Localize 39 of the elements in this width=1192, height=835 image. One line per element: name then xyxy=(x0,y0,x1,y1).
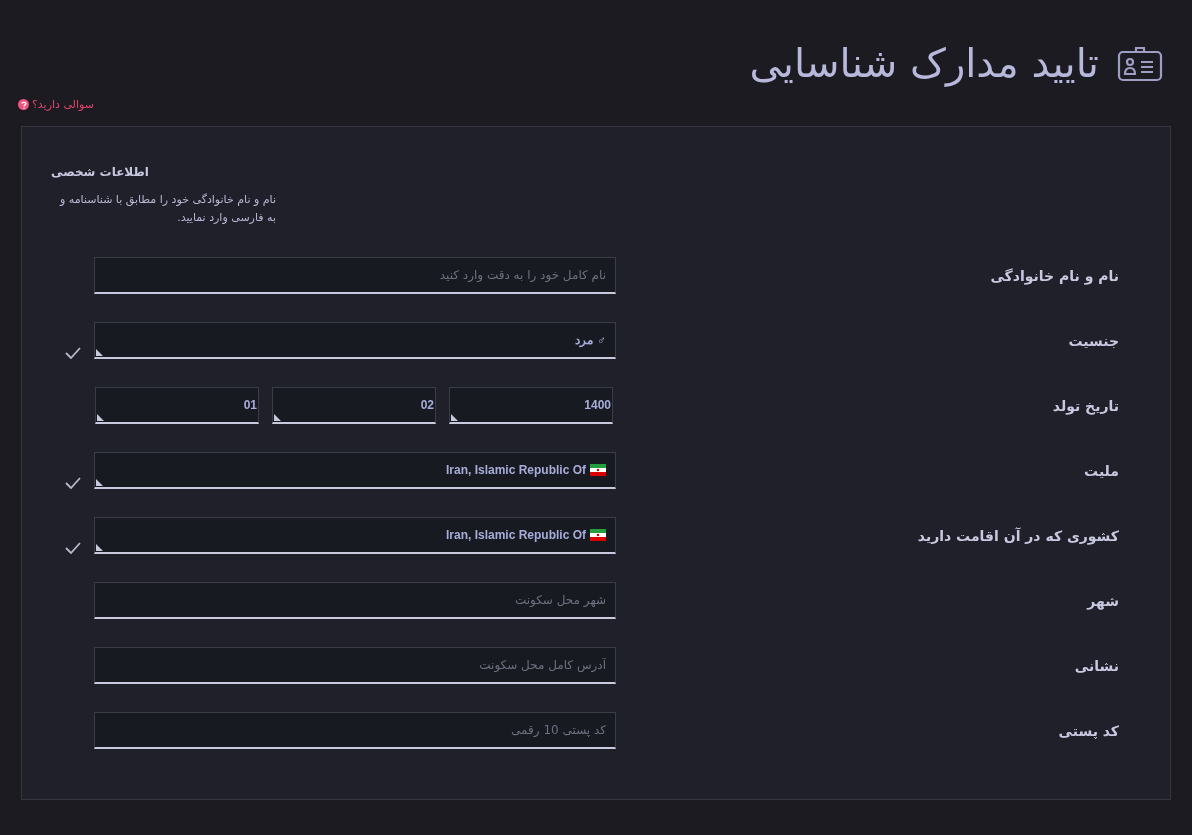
country-select[interactable]: Iran, Islamic Republic Of xyxy=(94,517,616,554)
corner-triangle-icon xyxy=(97,414,104,421)
field-label: شهر xyxy=(1085,592,1119,609)
field-value: مرد xyxy=(575,333,593,347)
flag-icon xyxy=(590,464,606,476)
field-value: 02 xyxy=(420,398,434,412)
field-value: Iran, Islamic Republic Of xyxy=(445,463,586,477)
field-label: کد پستی xyxy=(1057,722,1119,739)
section-title: اطلاعات شخصی xyxy=(51,165,149,179)
input-field[interactable]: آدرس کامل محل سکونت xyxy=(94,647,616,684)
section-description: نام و نام خانوادگی خود را مطابق با شناسنامه و به فارسی وارد نمایید. xyxy=(58,192,276,226)
field-label: کشوری که در آن اقامت دارید xyxy=(916,527,1119,544)
field-value: Iran, Islamic Republic Of xyxy=(445,528,586,542)
date-select[interactable]: 01 xyxy=(95,387,259,424)
input-field[interactable]: شهر محل سکونت xyxy=(94,582,616,619)
field-label: نام و نام خانوادگی xyxy=(989,267,1119,284)
select-field[interactable]: ♂ مرد xyxy=(94,322,616,359)
gender-symbol: ♂ xyxy=(597,333,606,347)
page-title: تایید مدارک شناسایی xyxy=(749,39,1099,88)
field-label: نشانی xyxy=(1073,657,1119,674)
field-value: 01 xyxy=(243,398,257,412)
field-label: تاریخ تولد xyxy=(1051,397,1119,414)
input-field[interactable]: نام کامل خود را به دقت وارد کنید xyxy=(94,257,616,294)
field-label: جنسیت xyxy=(1067,332,1119,349)
country-select[interactable]: Iran, Islamic Republic Of xyxy=(94,452,616,489)
field-label: ملیت xyxy=(1083,462,1119,479)
id-card-icon xyxy=(1117,44,1163,82)
corner-triangle-icon xyxy=(274,414,281,421)
corner-triangle-icon xyxy=(96,479,103,486)
help-icon xyxy=(18,99,29,110)
corner-triangle-icon xyxy=(451,414,458,421)
help-link[interactable]: سوالی دارید؟ xyxy=(18,98,94,111)
corner-triangle-icon xyxy=(96,349,103,356)
date-select[interactable]: 1400 xyxy=(449,387,613,424)
input-field[interactable]: کد پستی 10 رقمی xyxy=(94,712,616,749)
corner-triangle-icon xyxy=(96,544,103,551)
field-value: 1400 xyxy=(584,398,611,412)
flag-icon xyxy=(590,529,606,541)
date-select[interactable]: 02 xyxy=(272,387,436,424)
